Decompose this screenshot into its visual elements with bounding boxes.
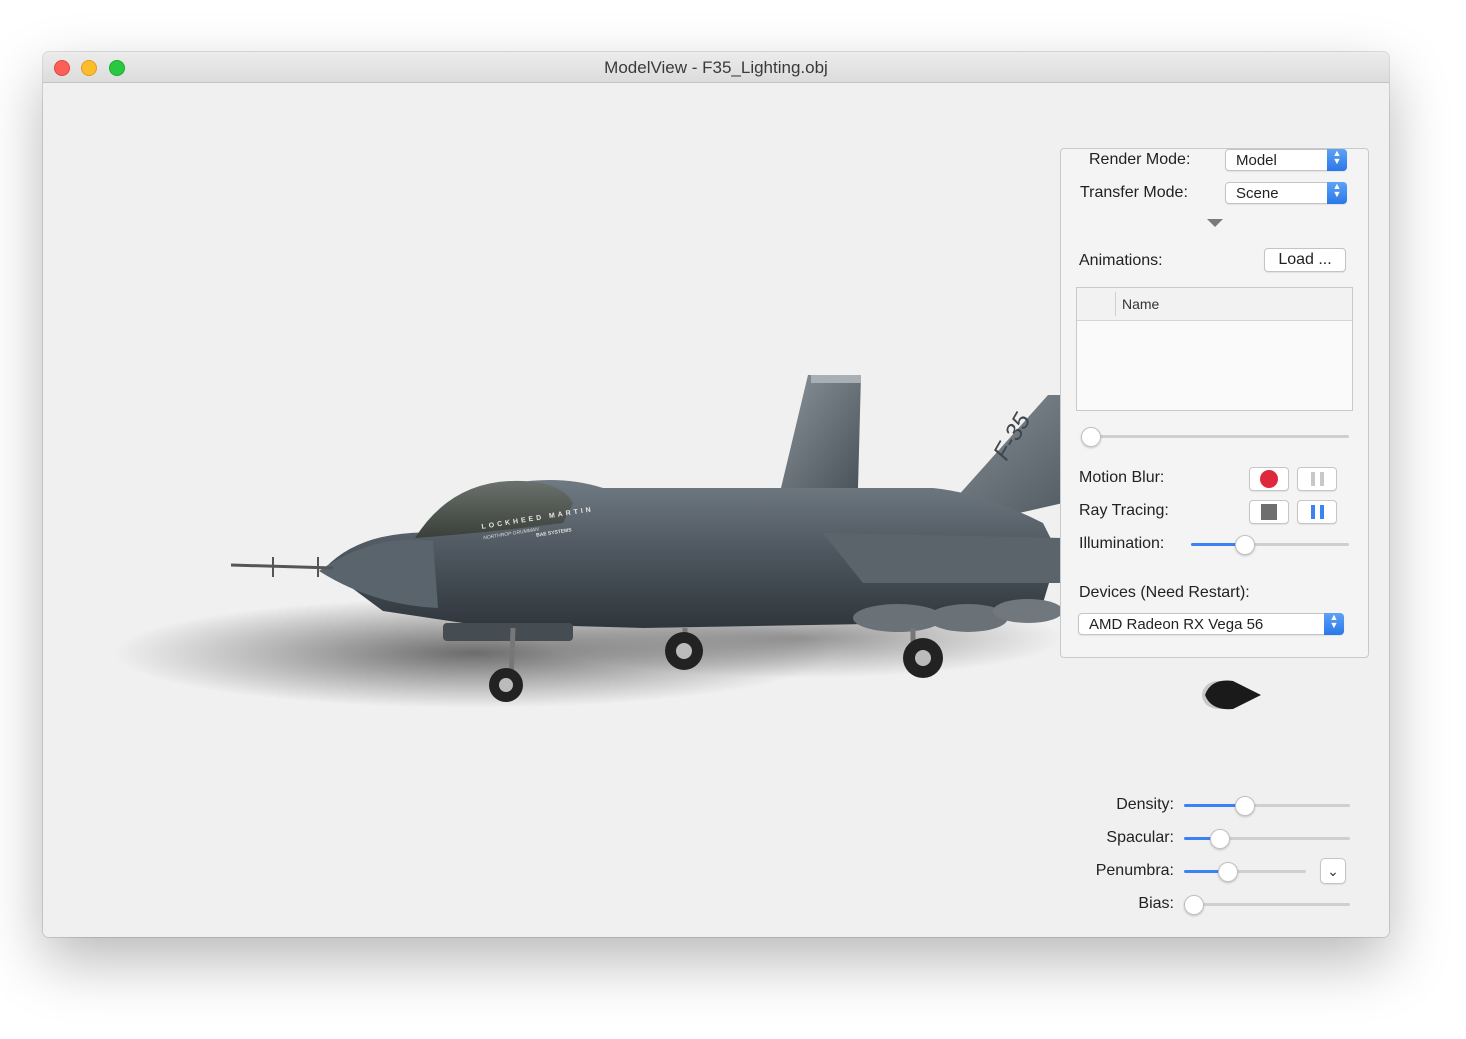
slider-knob[interactable] bbox=[1235, 796, 1256, 816]
render-mode-value: Model bbox=[1236, 152, 1277, 169]
motion-blur-label: Motion Blur: bbox=[1079, 469, 1165, 486]
spacular-slider[interactable] bbox=[1184, 829, 1350, 849]
select-arrows-icon: ▲ ▼ bbox=[1324, 613, 1344, 635]
ray-tracing-label: Ray Tracing: bbox=[1079, 502, 1169, 519]
density-slider[interactable] bbox=[1184, 796, 1350, 816]
animation-progress-slider[interactable] bbox=[1081, 427, 1349, 447]
disclosure-triangle-icon[interactable] bbox=[1207, 219, 1223, 227]
bias-slider[interactable] bbox=[1184, 895, 1350, 915]
device-value: AMD Radeon RX Vega 56 bbox=[1089, 616, 1264, 633]
chevron-down-icon: ⌄ bbox=[1327, 863, 1339, 879]
slider-knob[interactable] bbox=[1081, 427, 1101, 447]
slider-knob[interactable] bbox=[1217, 862, 1238, 882]
pause-icon bbox=[1311, 505, 1324, 519]
bias-label: Bias: bbox=[1138, 895, 1174, 912]
render-viewport[interactable]: LOCKHEED MARTIN NORTHROP GRUMMAN BAE SYS… bbox=[43, 83, 1389, 937]
animations-table[interactable]: Name bbox=[1076, 287, 1353, 411]
slider-knob[interactable] bbox=[1210, 829, 1231, 849]
transfer-mode-value: Scene bbox=[1236, 185, 1279, 202]
slider-knob[interactable] bbox=[1184, 895, 1204, 915]
device-select[interactable]: AMD Radeon RX Vega 56 ▲ ▼ bbox=[1078, 613, 1344, 635]
illumination-slider[interactable] bbox=[1191, 535, 1349, 555]
stop-icon bbox=[1261, 504, 1277, 520]
load-animations-button[interactable]: Load ... bbox=[1264, 248, 1346, 272]
illumination-label: Illumination: bbox=[1079, 535, 1165, 552]
ray-tracing-stop-button[interactable] bbox=[1249, 500, 1289, 524]
devices-label: Devices (Need Restart): bbox=[1079, 584, 1250, 601]
penumbra-label: Penumbra: bbox=[1095, 862, 1174, 879]
motion-blur-pause-button[interactable] bbox=[1297, 467, 1337, 491]
transfer-mode-label: Transfer Mode: bbox=[1080, 184, 1188, 201]
record-icon bbox=[1260, 470, 1278, 488]
spacular-label: Spacular: bbox=[1106, 829, 1174, 846]
transfer-mode-select[interactable]: Scene ▲ ▼ bbox=[1225, 182, 1347, 204]
penumbra-options-button[interactable]: ⌄ bbox=[1320, 858, 1346, 884]
render-mode-select[interactable]: Model ▲ ▼ bbox=[1225, 149, 1347, 171]
title-bar[interactable]: ModelView - F35_Lighting.obj bbox=[43, 52, 1389, 83]
ray-tracing-pause-button[interactable] bbox=[1297, 500, 1337, 524]
app-window: ModelView - F35_Lighting.obj LOCKHEED MA… bbox=[43, 52, 1389, 937]
settings-panel: Render Mode: Model ▲ ▼ Transfer Mode: Sce… bbox=[1060, 148, 1369, 658]
render-mode-label: Render Mode: bbox=[1089, 151, 1191, 168]
slider-knob[interactable] bbox=[1235, 535, 1256, 555]
pause-icon bbox=[1311, 472, 1324, 486]
animations-label: Animations: bbox=[1079, 252, 1163, 269]
name-column-header[interactable]: Name bbox=[1122, 296, 1159, 312]
window-title: ModelView - F35_Lighting.obj bbox=[604, 58, 828, 77]
table-header: Name bbox=[1077, 288, 1352, 321]
select-arrows-icon: ▲ ▼ bbox=[1327, 149, 1347, 171]
density-label: Density: bbox=[1116, 796, 1174, 813]
penumbra-slider[interactable] bbox=[1184, 862, 1306, 882]
motion-blur-record-button[interactable] bbox=[1249, 467, 1289, 491]
select-arrows-icon: ▲ ▼ bbox=[1327, 182, 1347, 204]
